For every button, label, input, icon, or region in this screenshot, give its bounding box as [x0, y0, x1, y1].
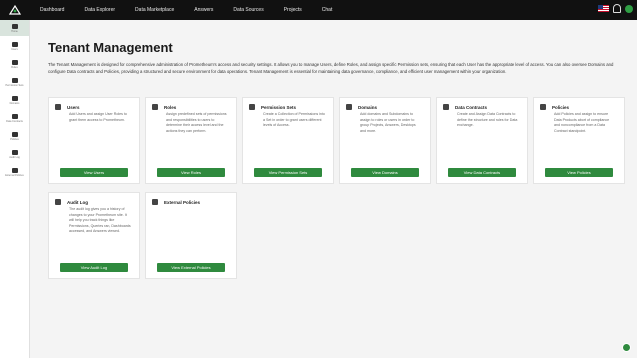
chat-fab-button[interactable]	[622, 343, 631, 352]
nav-data-sources[interactable]: Data Sources	[223, 7, 273, 13]
users-icon	[55, 104, 61, 110]
card-title: Policies	[552, 104, 570, 110]
main-content: Tenant Management The Tenant Management …	[48, 40, 633, 279]
contracts-icon	[11, 113, 18, 119]
card-roles: Roles Assign predefined sets of permissi…	[145, 97, 237, 184]
language-flag-icon[interactable]	[598, 5, 609, 12]
sidebar-item-label: Permission Sets	[5, 83, 24, 87]
card-data-contracts: Data Contracts Create and Assign Data Co…	[436, 97, 528, 184]
sidebar-item-domains[interactable]: Domains	[0, 92, 29, 108]
sidebar-item-label: Home	[11, 29, 18, 33]
nav-projects[interactable]: Projects	[274, 7, 312, 13]
shield-icon	[11, 77, 18, 83]
sidebar-item-permission-sets[interactable]: Permission Sets	[0, 74, 29, 90]
view-audit-log-button[interactable]: View Audit Log	[60, 263, 128, 272]
card-title: Audit Log	[67, 199, 88, 205]
sidebar-item-external-policies[interactable]: External Policies	[0, 164, 29, 180]
card-title: Domains	[358, 104, 378, 110]
card-permission-sets: Permission Sets Create a Collection of P…	[242, 97, 334, 184]
home-icon	[11, 23, 18, 29]
nav-chat[interactable]: Chat	[312, 7, 343, 13]
sidebar-item-label: Roles	[11, 65, 18, 69]
view-external-policies-button[interactable]: View External Policies	[157, 263, 225, 272]
card-audit-log: Audit Log The audit log gives you a hist…	[48, 192, 140, 279]
external-icon	[152, 199, 158, 205]
sidebar-item-label: Users	[11, 47, 18, 51]
sidebar: Home Users Roles Permission Sets Domains…	[0, 20, 30, 358]
card-description: Create and Assign Data Contracts to defi…	[457, 112, 518, 127]
policies-icon	[540, 104, 546, 110]
view-domains-button[interactable]: View Domains	[351, 168, 419, 177]
shield-icon	[249, 104, 255, 110]
top-navigation-bar: Dashboard Data Explorer Data Marketplace…	[0, 0, 637, 20]
sidebar-item-label: Domains	[9, 101, 20, 105]
card-description: Create a Collection of Permissions into …	[263, 112, 325, 127]
roles-icon	[152, 104, 158, 110]
sidebar-item-policies[interactable]: Policies	[0, 128, 29, 144]
nav-dashboard[interactable]: Dashboard	[30, 7, 74, 13]
roles-icon	[11, 59, 18, 65]
view-users-button[interactable]: View Users	[60, 168, 128, 177]
card-title: Data Contracts	[455, 104, 488, 110]
sidebar-item-label: External Policies	[5, 173, 24, 177]
nav-answers[interactable]: Answers	[184, 7, 223, 13]
view-permission-sets-button[interactable]: View Permission Sets	[254, 168, 322, 177]
card-description: Add domains and Subdomains to assign to …	[360, 112, 416, 133]
sidebar-item-home[interactable]: Home	[0, 20, 29, 36]
sidebar-item-data-contracts[interactable]: Data Contracts	[0, 110, 29, 126]
card-title: External Policies	[164, 199, 201, 205]
view-data-contracts-button[interactable]: View Data Contracts	[448, 168, 516, 177]
domains-icon	[11, 95, 18, 101]
card-policies: Policies Add Policies and assign to ensu…	[533, 97, 625, 184]
app-logo[interactable]	[0, 0, 30, 20]
card-users: Users Add Users and assign User Roles to…	[48, 97, 140, 184]
notification-icon[interactable]	[613, 4, 621, 13]
sidebar-item-audit-log[interactable]: Audit Log	[0, 146, 29, 162]
view-policies-button[interactable]: View Policies	[545, 168, 613, 177]
card-description: Assign predefined sets of permissions an…	[166, 112, 227, 133]
nav-data-explorer[interactable]: Data Explorer	[74, 7, 125, 13]
card-title: Permission Sets	[261, 104, 297, 110]
policies-icon	[11, 131, 18, 137]
sidebar-item-label: Data Contracts	[6, 119, 23, 123]
external-icon	[11, 167, 18, 173]
card-title: Users	[67, 104, 80, 110]
users-icon	[11, 41, 18, 47]
card-domains: Domains Add domains and Subdomains to as…	[339, 97, 431, 184]
card-description: The audit log gives you a history of cha…	[69, 207, 131, 233]
nav-data-marketplace[interactable]: Data Marketplace	[125, 7, 184, 13]
card-grid-secondary: Audit Log The audit log gives you a hist…	[48, 192, 237, 279]
user-avatar[interactable]	[625, 4, 633, 13]
domains-icon	[346, 104, 352, 110]
audit-icon	[55, 199, 61, 205]
sidebar-item-roles[interactable]: Roles	[0, 56, 29, 72]
view-roles-button[interactable]: View Roles	[157, 168, 225, 177]
sidebar-item-users[interactable]: Users	[0, 38, 29, 54]
sidebar-item-label: Policies	[10, 137, 19, 141]
page-title: Tenant Management	[48, 40, 173, 55]
page-intro: The Tenant Management is designed for co…	[48, 62, 614, 74]
card-grid: Users Add Users and assign User Roles to…	[48, 97, 625, 184]
card-external-policies: External Policies View External Policies	[145, 192, 237, 279]
card-title: Roles	[164, 104, 177, 110]
contracts-icon	[443, 104, 449, 110]
card-description: Add Users and assign User Roles to grant…	[69, 112, 127, 122]
audit-icon	[11, 149, 18, 155]
sidebar-item-label: Audit Log	[9, 155, 20, 159]
card-description: Add Policies and assign to ensure Data P…	[554, 112, 610, 133]
